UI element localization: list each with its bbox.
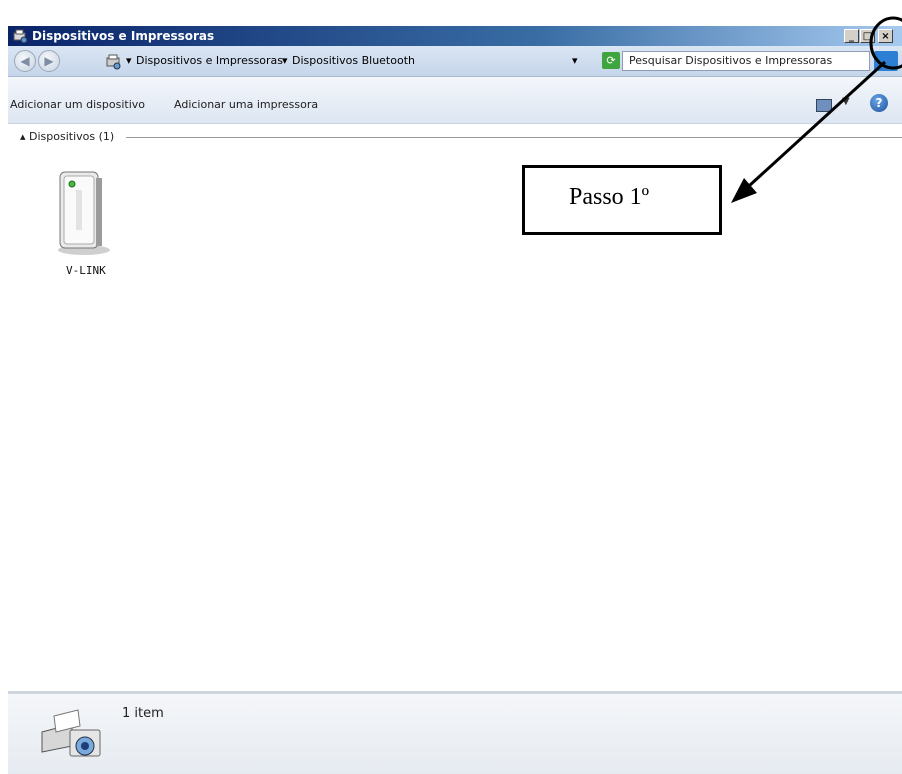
devices-printers-icon	[13, 29, 28, 44]
step-callout-text: Passo 1º	[569, 184, 650, 210]
back-button[interactable]: ◀	[14, 50, 36, 72]
address-dropdown-icon[interactable]: ▾	[572, 54, 578, 68]
maximize-button[interactable]: □	[860, 29, 875, 43]
search-input[interactable]: Pesquisar Dispositivos e Impressoras	[622, 51, 870, 71]
search-icon[interactable]	[874, 51, 898, 71]
details-pane: 1 item	[8, 691, 902, 774]
window-title: Dispositivos e Impressoras	[32, 29, 215, 43]
breadcrumb-item-devices-printers[interactable]: Dispositivos e Impressoras	[136, 54, 283, 68]
breadcrumb-item-bluetooth[interactable]: Dispositivos Bluetooth	[292, 54, 415, 68]
refresh-button[interactable]: ⟳	[602, 52, 620, 69]
items-pane: ▴ Dispositivos (1) V-LINK	[8, 124, 902, 692]
explorer-window: Dispositivos e Impressoras _ □ × ◀ ▶ ▾ D…	[8, 26, 902, 774]
command-bar: Adicionar um dispositivo Adicionar uma i…	[8, 77, 902, 124]
breadcrumb[interactable]: ▾ Dispositivos e Impressoras ▾ Dispositi…	[92, 50, 612, 72]
group-header-devices[interactable]: ▴ Dispositivos (1)	[20, 130, 114, 144]
add-device-button[interactable]: Adicionar um dispositivo	[10, 98, 145, 112]
device-label[interactable]: V-LINK	[66, 264, 106, 277]
devices-printers-large-icon	[41, 709, 101, 757]
title-bar[interactable]: Dispositivos e Impressoras _ □ ×	[8, 26, 902, 46]
change-view-icon[interactable]	[816, 99, 832, 112]
item-count: 1 item	[122, 706, 164, 721]
add-printer-button[interactable]: Adicionar uma impressora	[174, 98, 318, 112]
help-icon[interactable]: ?	[870, 94, 888, 112]
step-callout-box: Passo 1º	[522, 165, 722, 235]
devices-folder-icon	[106, 54, 121, 70]
device-icon	[58, 171, 110, 255]
view-dropdown-icon[interactable]: ▼	[842, 96, 850, 107]
breadcrumb-separator-1[interactable]: ▾	[126, 54, 132, 68]
minimize-button[interactable]: _	[844, 29, 859, 43]
address-bar: ◀ ▶ ▾ Dispositivos e Impressoras ▾ Dispo…	[8, 46, 902, 77]
group-header-label: Dispositivos (1)	[29, 130, 115, 143]
forward-button[interactable]: ▶	[38, 50, 60, 72]
close-button[interactable]: ×	[878, 29, 893, 43]
group-divider	[126, 137, 902, 138]
device-item[interactable]	[50, 164, 114, 274]
breadcrumb-separator-2[interactable]: ▾	[282, 54, 288, 68]
collapse-icon[interactable]: ▴	[20, 130, 29, 143]
